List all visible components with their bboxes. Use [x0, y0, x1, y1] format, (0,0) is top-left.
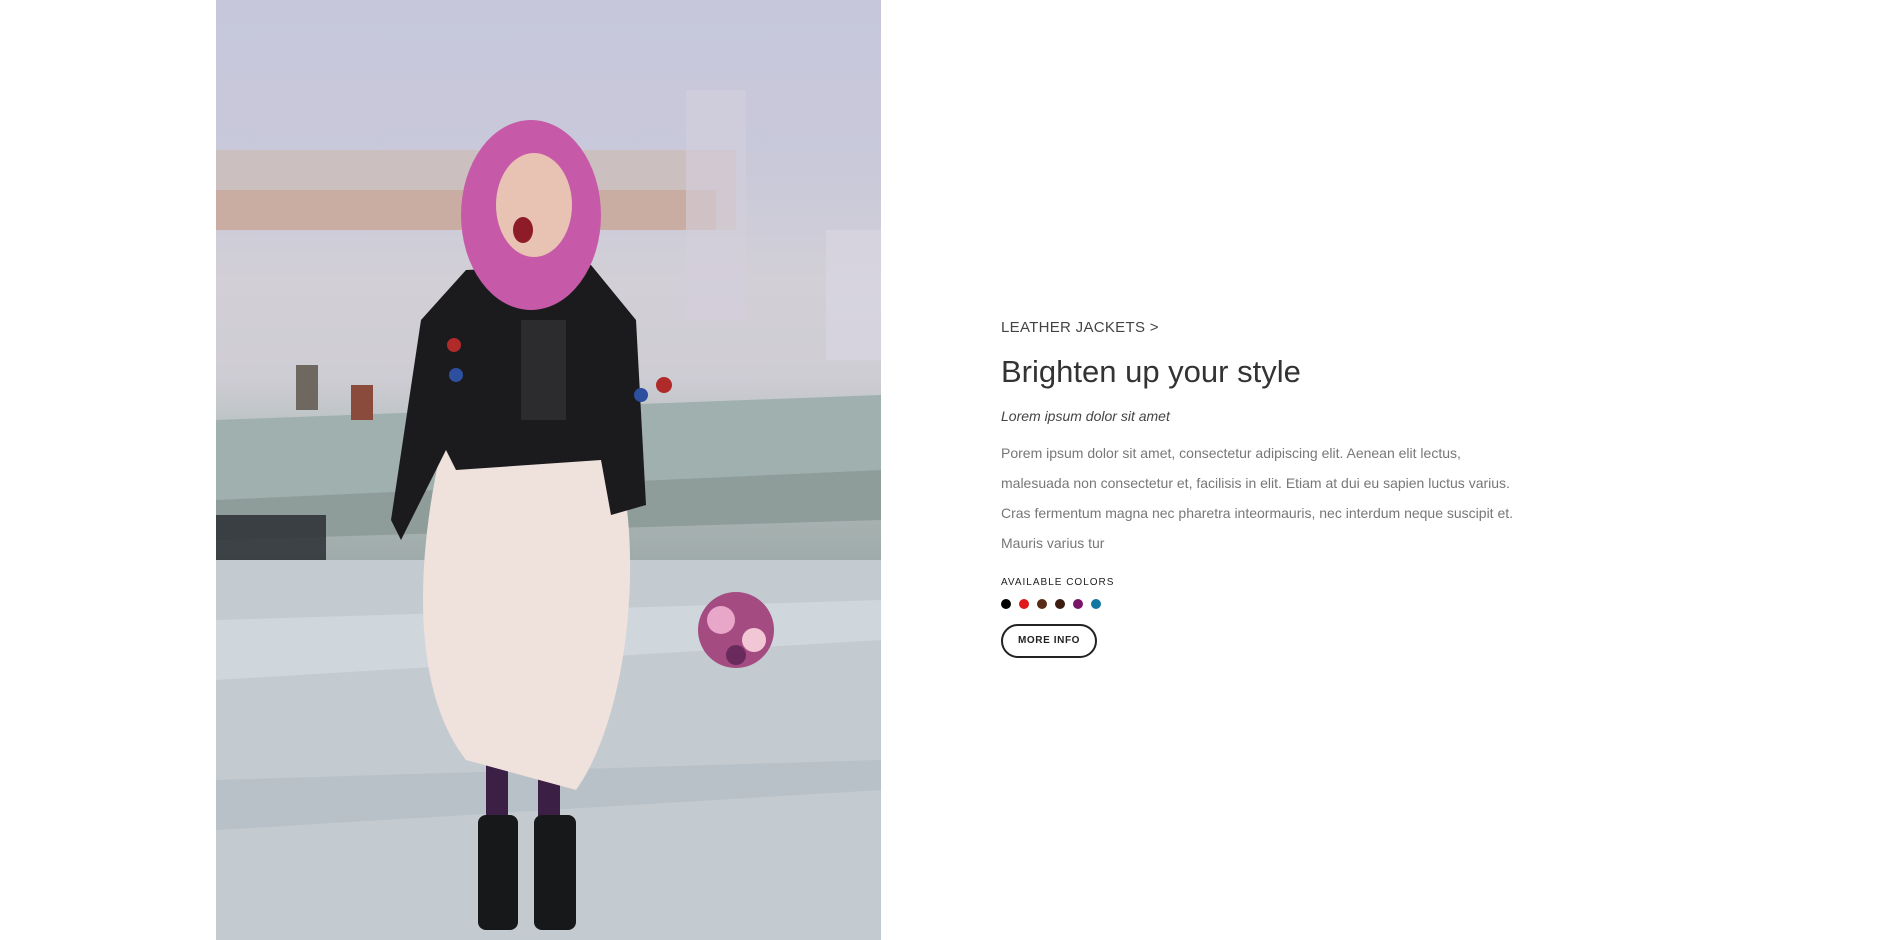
color-swatches — [1001, 599, 1541, 609]
product-title: Brighten up your style — [1001, 354, 1301, 389]
product-subtitle: Lorem ipsum dolor sit amet — [1001, 408, 1170, 424]
laughing-mouth — [513, 217, 533, 243]
product-feature-page: LEATHER JACKETS > Brighten up your style… — [0, 0, 1890, 940]
product-description: Porem ipsum dolor sit amet, consectetur … — [1001, 445, 1514, 551]
boot — [478, 815, 518, 930]
color-swatch-purple[interactable] — [1073, 599, 1083, 609]
star-patch — [634, 388, 648, 402]
flower — [707, 606, 735, 634]
available-colors-label: AVAILABLE COLORS — [1001, 577, 1115, 588]
product-hero-photo — [216, 0, 881, 940]
graphic-tee — [521, 320, 566, 420]
flower — [742, 628, 766, 652]
chimney — [351, 385, 373, 420]
category-link-leather-jackets[interactable]: LEATHER JACKETS > — [1001, 318, 1159, 338]
face — [496, 153, 572, 257]
rose-patch — [447, 338, 461, 352]
color-swatch-brown[interactable] — [1037, 599, 1047, 609]
rooftop-shadow — [216, 515, 326, 560]
tulle-skirt — [423, 450, 631, 790]
more-info-button[interactable]: MORE INFO — [1001, 624, 1098, 658]
rose-patch — [656, 377, 672, 393]
color-swatch-teal[interactable] — [1091, 599, 1101, 609]
color-swatch-red[interactable] — [1019, 599, 1029, 609]
background-building — [826, 230, 881, 360]
photo-illustration — [216, 90, 881, 940]
star-patch — [449, 368, 463, 382]
chimney — [296, 365, 318, 410]
product-info-panel: LEATHER JACKETS > Brighten up your style… — [1001, 318, 1541, 658]
flower — [726, 645, 746, 665]
background-tower — [686, 90, 746, 320]
color-swatch-dark-brown[interactable] — [1055, 599, 1065, 609]
boot — [534, 815, 576, 930]
color-swatch-black[interactable] — [1001, 599, 1011, 609]
